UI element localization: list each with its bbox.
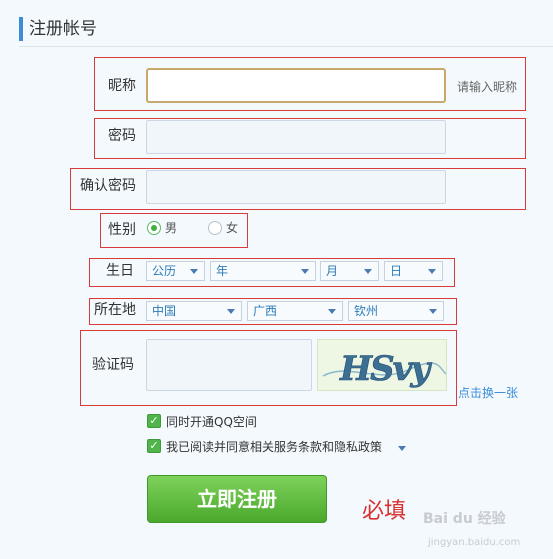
birth-day-select[interactable]: 日	[384, 261, 443, 281]
password-label: 密码	[108, 128, 136, 144]
chevron-down-icon	[227, 309, 235, 314]
captcha-graphic: HSvy	[322, 349, 446, 389]
watermark-logo: Bai du 经验	[423, 511, 506, 527]
gender-female-label: 女	[226, 221, 239, 235]
qzone-checkbox[interactable]: ✓	[147, 414, 161, 428]
title-accent-bar	[19, 17, 23, 41]
chevron-down-icon	[301, 269, 309, 274]
chevron-down-icon	[364, 269, 372, 274]
captcha-image[interactable]: HSvy	[317, 339, 447, 391]
gender-label: 性别	[108, 222, 136, 238]
province-select[interactable]: 广西	[247, 301, 343, 321]
captcha-input[interactable]	[146, 339, 312, 391]
terms-label[interactable]: 我已阅读并同意相关服务条款和隐私政策	[166, 439, 382, 455]
chevron-down-icon	[429, 309, 437, 314]
birth-year-value: 年	[216, 264, 229, 278]
country-select[interactable]: 中国	[146, 301, 242, 321]
expand-terms-icon[interactable]	[398, 446, 406, 451]
captcha-text: HSvy	[339, 349, 432, 389]
city-select[interactable]: 钦州	[348, 301, 444, 321]
gender-male-label: 男	[165, 221, 178, 235]
chevron-down-icon	[428, 269, 436, 274]
chevron-down-icon	[190, 269, 198, 274]
confirm-password-input[interactable]	[146, 170, 446, 204]
required-annotation: 必填	[362, 499, 407, 524]
gender-female-radio[interactable]	[208, 221, 222, 235]
page-title: 注册帐号	[29, 19, 97, 39]
chevron-down-icon	[328, 309, 336, 314]
location-label: 所在地	[94, 302, 136, 318]
calendar-type-value: 公历	[152, 264, 177, 278]
qzone-label: 同时开通QQ空间	[166, 415, 257, 429]
city-value: 钦州	[354, 304, 379, 318]
gender-male-radio[interactable]	[147, 221, 161, 235]
calendar-type-select[interactable]: 公历	[146, 261, 205, 281]
title-divider	[19, 46, 553, 47]
birth-month-select[interactable]: 月	[320, 261, 379, 281]
terms-checkbox[interactable]: ✓	[147, 439, 161, 453]
birthday-label: 生日	[106, 263, 134, 279]
province-value: 广西	[253, 304, 278, 318]
register-button[interactable]: 立即注册	[147, 475, 327, 523]
birth-year-select[interactable]: 年	[210, 261, 316, 281]
country-value: 中国	[152, 304, 177, 318]
confirm-password-label: 确认密码	[80, 178, 136, 194]
birth-day-value: 日	[390, 264, 403, 278]
nickname-label: 昵称	[108, 78, 136, 94]
password-input[interactable]	[146, 120, 446, 154]
nickname-input[interactable]	[146, 68, 446, 103]
refresh-captcha-link[interactable]: 点击换一张	[458, 384, 518, 401]
watermark-url: jingyan.baidu.com	[428, 537, 521, 548]
captcha-label: 验证码	[92, 357, 134, 373]
birth-month-value: 月	[326, 264, 339, 278]
nickname-hint: 请输入昵称	[457, 80, 518, 94]
